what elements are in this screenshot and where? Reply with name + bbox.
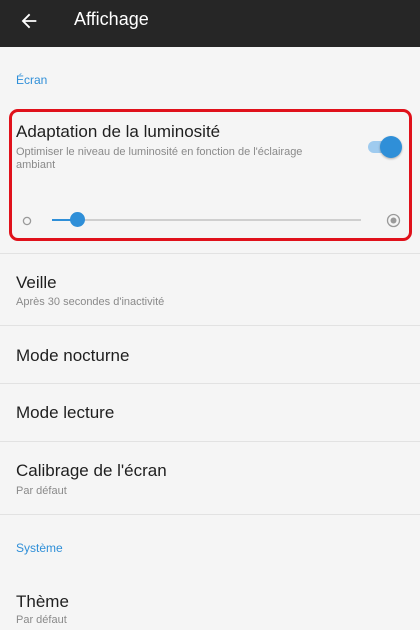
pref-mode-nocturne[interactable]: Mode nocturne	[0, 326, 420, 382]
slider-rail	[52, 219, 361, 221]
pref-theme-title: Thème	[16, 592, 69, 611]
pref-mode-lecture-title: Mode lecture	[16, 403, 115, 422]
adaptive-brightness-toggle[interactable]	[366, 136, 402, 158]
divider	[0, 514, 420, 515]
back-button[interactable]	[14, 6, 44, 36]
pref-calibrage-title: Calibrage de l'écran	[16, 461, 167, 480]
section-header-ecran: Écran	[16, 73, 48, 87]
divider	[0, 253, 420, 254]
pref-theme-subtitle: Par défaut	[16, 614, 67, 626]
toggle-knob	[380, 136, 402, 158]
brightness-subtitle: Optimiser le niveau de luminosité en fon…	[16, 146, 303, 171]
slider-thumb[interactable]	[69, 212, 85, 227]
pref-mode-lecture[interactable]: Mode lecture	[0, 384, 420, 440]
pref-calibrage-subtitle: Par défaut	[16, 485, 67, 497]
brightness-min-icon	[22, 216, 32, 226]
pref-mode-nocturne-title: Mode nocturne	[16, 346, 130, 365]
app-bar: Affichage	[0, 0, 420, 47]
brightness-max-icon	[386, 213, 401, 228]
pref-veille[interactable]: Veille Après 30 secondes d'inactivité	[0, 262, 420, 322]
brightness-title: Adaptation de la luminosité	[16, 122, 221, 141]
pref-veille-subtitle: Après 30 secondes d'inactivité	[16, 296, 165, 308]
brightness-slider[interactable]	[52, 212, 361, 228]
page-title: Affichage	[74, 9, 149, 29]
pref-theme[interactable]: Thème Par défaut	[0, 578, 420, 630]
arrow-left-icon	[21, 13, 37, 29]
pref-calibrage[interactable]: Calibrage de l'écran Par défaut	[0, 442, 420, 508]
pref-veille-title: Veille	[16, 273, 57, 292]
section-header-systeme: Système	[16, 541, 63, 555]
